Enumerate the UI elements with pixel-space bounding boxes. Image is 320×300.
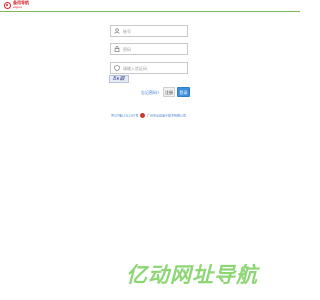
- shield-icon: [114, 65, 120, 71]
- police-badge-icon: [140, 113, 146, 118]
- watermark-text: 亿动网址导航: [126, 263, 258, 287]
- login-button[interactable]: 登录: [177, 87, 190, 97]
- captcha-input[interactable]: [123, 64, 185, 72]
- logo-text-en: elignet: [13, 5, 22, 9]
- captcha-field-wrapper: [110, 62, 188, 74]
- password-input[interactable]: [123, 45, 185, 53]
- company-link[interactable]: 广州市云边电子技术有限公司: [147, 113, 186, 117]
- logo-mark-icon: [4, 2, 11, 9]
- captcha-image[interactable]: Бк鍜: [109, 75, 129, 83]
- password-field-wrapper: [110, 43, 188, 55]
- top-bar: 备用导航 elignet: [0, 0, 300, 12]
- forgot-password-link[interactable]: 忘记密码?: [141, 90, 159, 95]
- site-logo[interactable]: 备用导航 elignet: [4, 1, 40, 11]
- username-field-wrapper: [110, 25, 188, 37]
- icp-link[interactable]: 粤ICP备12312187号: [111, 113, 138, 117]
- register-button[interactable]: 注册: [163, 87, 175, 97]
- lock-icon: [114, 46, 120, 52]
- username-input[interactable]: [123, 27, 185, 35]
- footer: 粤ICP备12312187号 广州市云边电子技术有限公司: [111, 113, 186, 118]
- user-icon: [114, 28, 120, 34]
